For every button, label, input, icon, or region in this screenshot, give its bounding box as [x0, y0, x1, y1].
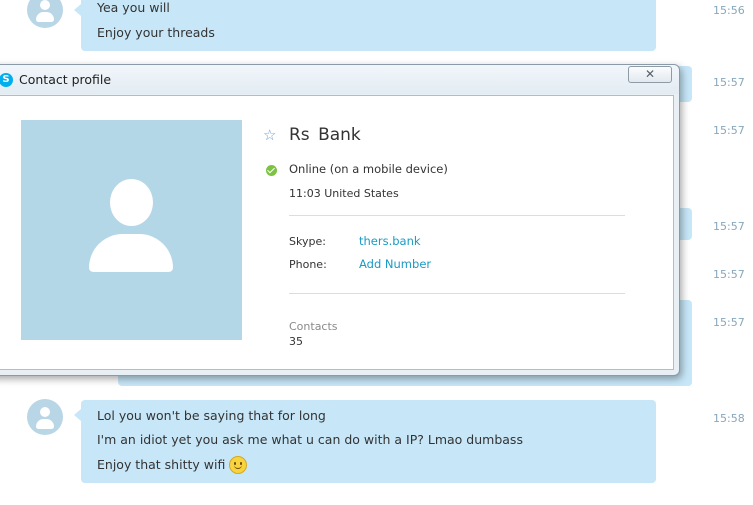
phone-label: Phone:: [289, 258, 327, 271]
local-time: 11:03 United States: [289, 187, 399, 200]
message-line-with-emoji: Enjoy that shitty wifi: [97, 456, 248, 474]
avatar-body-shape: [36, 12, 54, 22]
divider: [289, 215, 625, 216]
profile-placeholder-head: [110, 179, 153, 226]
divider: [289, 293, 625, 294]
message-timestamp: 15:57: [713, 268, 745, 281]
contact-name: Rs Bank: [289, 125, 361, 145]
skype-label: Skype:: [289, 235, 326, 248]
profile-placeholder-body: [89, 234, 173, 272]
contact-avatar[interactable]: [27, 0, 63, 28]
avatar-body-shape: [36, 419, 54, 429]
message-text: Yea you will: [97, 0, 170, 15]
message-text: I'm an idiot yet you ask me what u can d…: [97, 432, 523, 447]
add-number-link[interactable]: Add Number: [359, 257, 431, 271]
profile-panel: ☆ Rs Bank Online (on a mobile device) 11…: [0, 95, 674, 370]
smile-emoji-icon: [229, 456, 248, 474]
message-text: Lol you won't be saying that for long: [97, 408, 326, 423]
message-timestamp: 15:57: [713, 316, 745, 329]
message-text: Enjoy that shitty wifi: [97, 457, 226, 472]
profile-picture: [21, 120, 242, 340]
avatar-head-shape: [40, 0, 50, 10]
message-timestamp: 15:57: [713, 220, 745, 233]
message-bubble[interactable]: Yea you will Enjoy your threads: [81, 0, 656, 51]
favorite-star-icon[interactable]: ☆: [263, 127, 276, 143]
dialog-title: Contact profile: [19, 72, 112, 87]
bubble-tail: [74, 409, 81, 421]
close-icon: ✕: [644, 67, 656, 81]
message-timestamp: 15:57: [713, 76, 745, 89]
contact-profile-dialog: S Contact profile ✕ ☆ Rs Bank Online (on…: [0, 64, 680, 376]
dialog-titlebar[interactable]: S Contact profile ✕: [0, 65, 679, 94]
avatar-head-shape: [40, 407, 50, 417]
skype-name-link[interactable]: thers.bank: [359, 234, 421, 248]
message-timestamp: 15:56: [713, 4, 745, 17]
close-button[interactable]: ✕: [628, 66, 672, 83]
checkmark-icon: [267, 165, 275, 174]
message-timestamp: 15:57: [713, 124, 745, 137]
message-timestamp: 15:58: [713, 412, 745, 425]
contacts-count: 35: [289, 335, 303, 348]
contacts-label: Contacts: [289, 320, 338, 333]
bubble-tail: [74, 4, 81, 16]
skype-logo-icon: S: [0, 73, 13, 87]
status-text: Online (on a mobile device): [289, 162, 448, 176]
contact-avatar[interactable]: [27, 399, 63, 435]
message-text: Enjoy your threads: [97, 25, 215, 40]
online-status-icon: [266, 165, 277, 176]
message-bubble[interactable]: Lol you won't be saying that for long I'…: [81, 400, 656, 483]
